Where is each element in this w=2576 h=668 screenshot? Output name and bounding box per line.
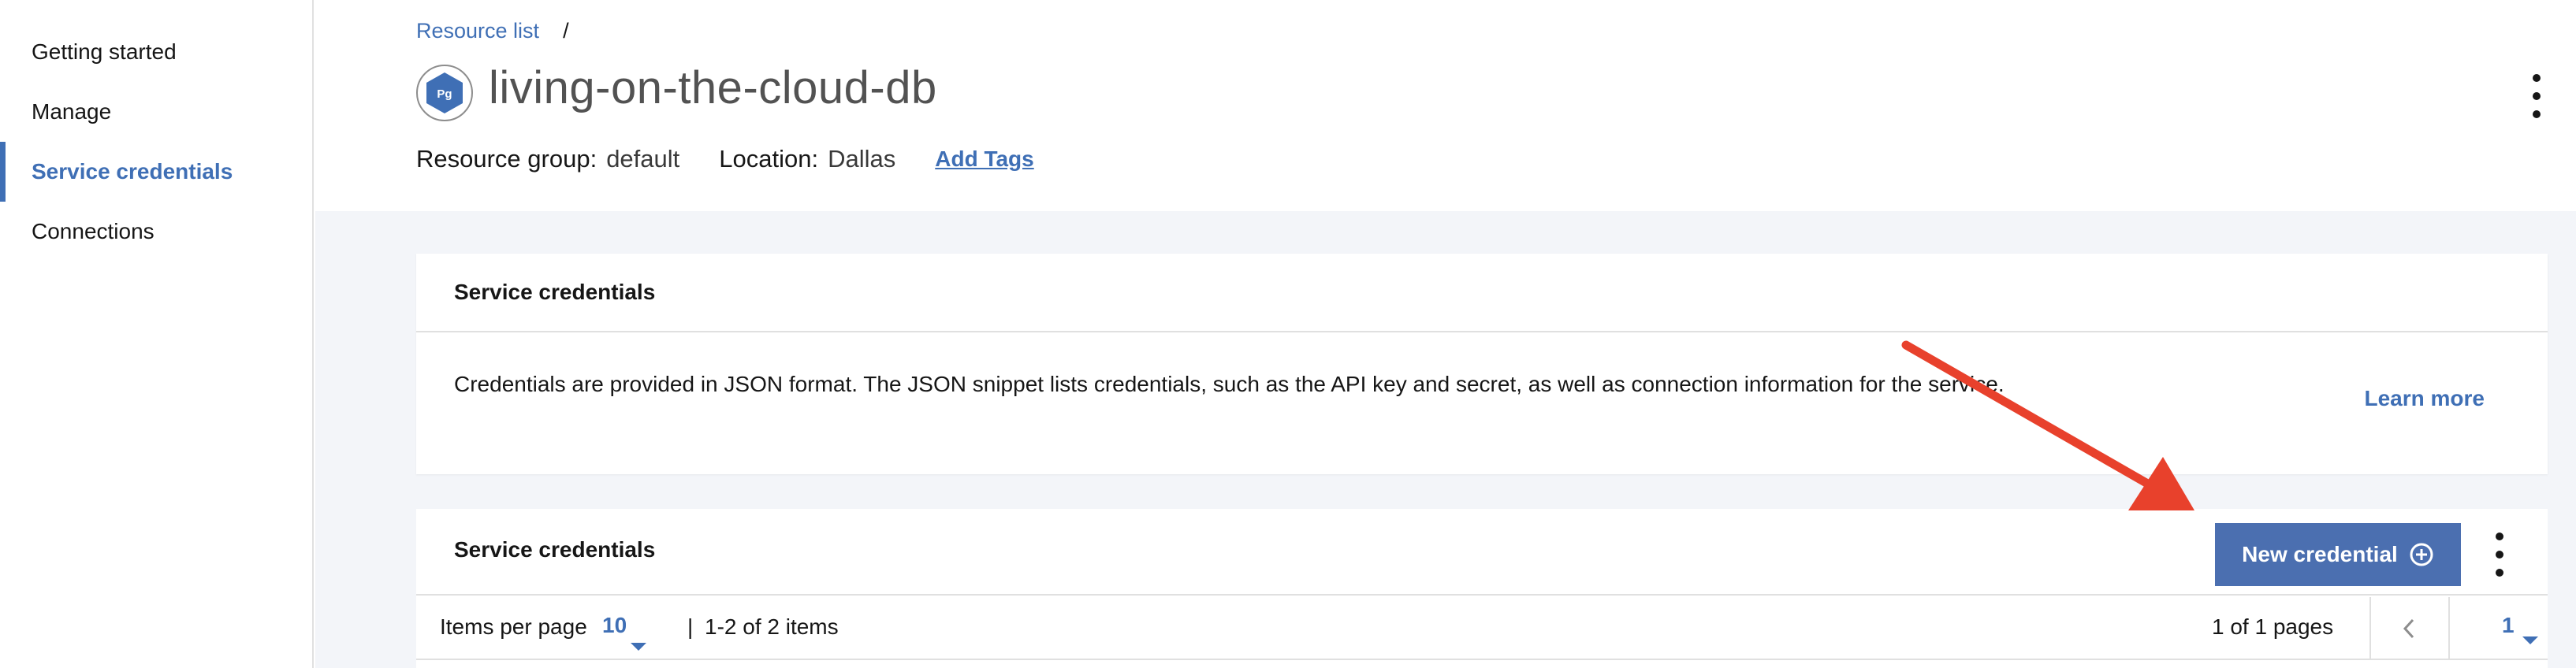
sidebar-item-service-credentials[interactable]: Service credentials	[0, 142, 312, 202]
pagination-separator: |	[687, 614, 694, 639]
credentials-card-title: Service credentials	[454, 537, 656, 562]
info-card-description: Credentials are provided in JSON format.…	[454, 372, 2005, 396]
sidebar-item-connections[interactable]: Connections	[0, 202, 312, 262]
sidebar-item-manage[interactable]: Manage	[0, 82, 312, 142]
location-value: Dallas	[828, 145, 896, 173]
resource-header: Resource list / Pg living-on-the-cloud-d…	[315, 0, 2576, 211]
info-card: Service credentials Credentials are prov…	[416, 254, 2548, 474]
items-per-page-select[interactable]: 10	[602, 608, 665, 651]
chevron-down-icon	[2522, 636, 2538, 644]
chevron-left-icon	[2403, 618, 2414, 639]
new-credential-label: New credential	[2242, 542, 2398, 566]
postgres-service-icon: Pg	[416, 65, 473, 121]
previous-page-button[interactable]	[2371, 597, 2447, 660]
breadcrumb: Resource list /	[416, 19, 569, 43]
breadcrumb-separator: /	[563, 19, 569, 43]
info-card-body: Credentials are provided in JSON format.…	[416, 332, 2548, 474]
app-root: Getting started Manage Service credentia…	[0, 0, 2576, 668]
page-title: living-on-the-cloud-db	[489, 62, 937, 113]
add-tags-link[interactable]: Add Tags	[935, 147, 1033, 172]
sidebar-item-label: Connections	[32, 219, 154, 243]
breadcrumb-resource-list-link[interactable]: Resource list	[416, 19, 539, 43]
credentials-card: Service credentials New credential Items…	[416, 509, 2548, 668]
pages-count-text: 1 of 1 pages	[2212, 614, 2334, 639]
chevron-down-icon	[631, 643, 646, 651]
sidebar-item-label: Manage	[32, 99, 112, 124]
pagination-bar: Items per page 10 | 1-2 of 2 items 1 of …	[416, 597, 2548, 660]
location-label: Location:	[719, 145, 819, 173]
credentials-overflow-menu-icon[interactable]	[2488, 533, 2511, 577]
sidebar-item-getting-started[interactable]: Getting started	[0, 22, 312, 82]
sidebar-item-label: Getting started	[32, 39, 177, 64]
current-page-value: 1	[2502, 613, 2515, 637]
pagination-divider	[2448, 597, 2450, 660]
new-credential-button[interactable]: New credential	[2215, 523, 2461, 586]
add-circle-icon	[2410, 543, 2433, 566]
items-per-page-label: Items per page	[440, 614, 587, 639]
hexagon-icon: Pg	[426, 72, 463, 113]
main-content: Service credentials Credentials are prov…	[315, 211, 2576, 668]
credentials-card-header: Service credentials New credential	[416, 509, 2548, 596]
resource-group-value: default	[606, 145, 680, 173]
service-icon-text: Pg	[437, 87, 452, 101]
resource-group-label: Resource group:	[416, 145, 597, 173]
overflow-menu-icon[interactable]	[2522, 74, 2551, 118]
info-card-title: Service credentials	[416, 254, 2548, 332]
page-number-select[interactable]: 1	[2467, 597, 2570, 660]
resource-meta: Resource group: default Location: Dallas…	[416, 145, 1034, 173]
learn-more-link[interactable]: Learn more	[2365, 386, 2485, 411]
sidebar-item-label: Service credentials	[32, 159, 233, 184]
sidebar-nav: Getting started Manage Service credentia…	[0, 0, 314, 668]
items-range-text: 1-2 of 2 items	[705, 614, 839, 639]
items-per-page-value: 10	[602, 613, 627, 637]
